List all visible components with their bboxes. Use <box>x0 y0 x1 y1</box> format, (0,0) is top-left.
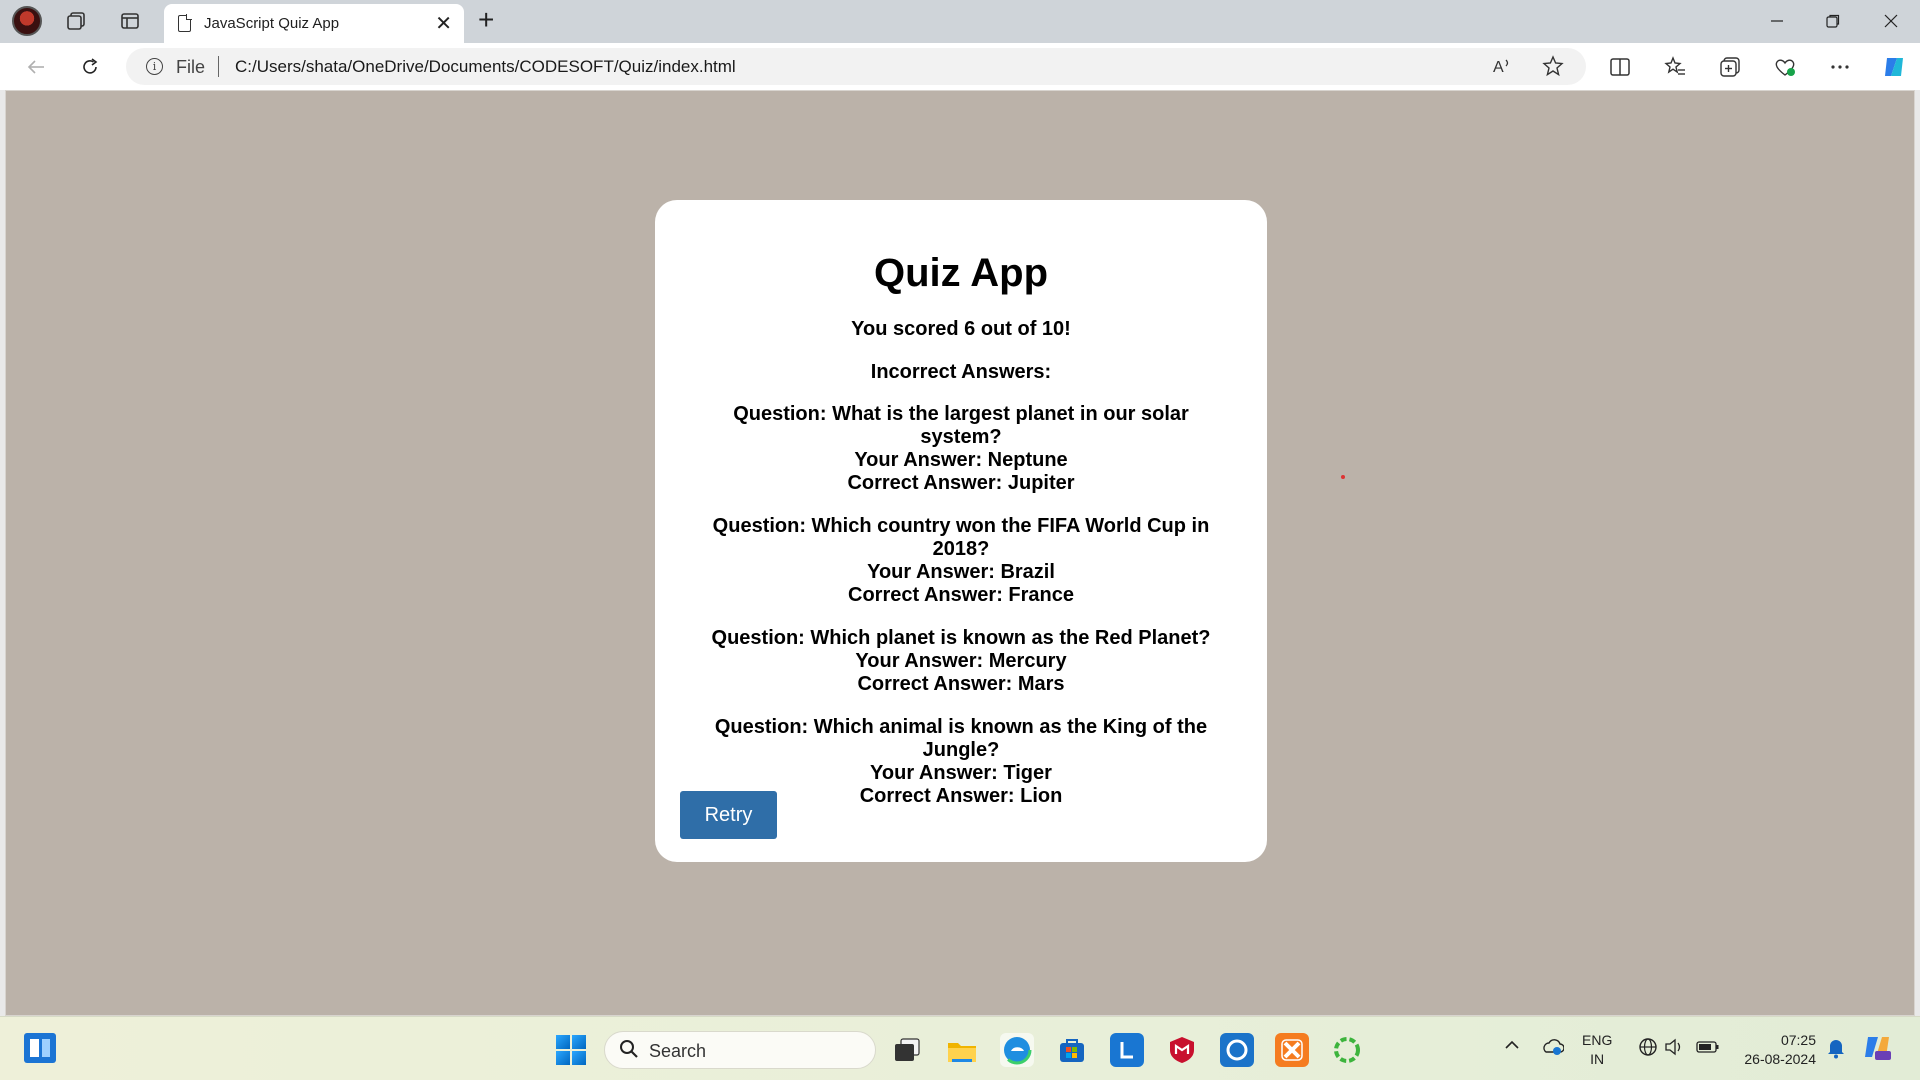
tab-actions-icon[interactable] <box>117 8 143 34</box>
browser-toolbar: i File C:/Users/shata/OneDrive/Documents… <box>0 43 1920 90</box>
address-bar[interactable]: i File C:/Users/shata/OneDrive/Documents… <box>126 48 1586 85</box>
search-icon <box>619 1038 639 1066</box>
refresh-icon[interactable] <box>76 53 104 81</box>
result-your-answer: Your Answer: Neptune <box>854 449 1068 471</box>
result-question: Question: Which planet is known as the R… <box>711 627 1211 649</box>
page-icon <box>178 14 192 32</box>
file-explorer-icon[interactable] <box>945 1033 979 1067</box>
page-viewport: Quiz App You scored 6 out of 10! Incorre… <box>5 90 1915 1016</box>
incorrect-answers-heading: Incorrect Answers: <box>870 361 1052 383</box>
result-correct-answer: Correct Answer: Jupiter <box>847 472 1075 494</box>
quiz-card: Quiz App You scored 6 out of 10! Incorre… <box>655 200 1267 862</box>
edge-icon[interactable] <box>1000 1033 1034 1067</box>
clock-date: 26-08-2024 <box>1744 1051 1816 1067</box>
notification-bell-icon[interactable] <box>1826 1037 1846 1064</box>
taskbar-search-input[interactable]: Search <box>604 1031 876 1069</box>
workspaces-icon[interactable] <box>64 8 90 34</box>
clock-time: 07:25 <box>1780 1032 1816 1048</box>
region-code: IN <box>1590 1051 1605 1067</box>
profile-avatar-icon[interactable] <box>12 6 42 36</box>
close-icon[interactable] <box>1868 6 1914 36</box>
retry-button[interactable]: Retry <box>680 791 777 839</box>
copilot-icon[interactable] <box>1880 53 1908 81</box>
address-separator <box>218 56 219 77</box>
windows-taskbar: Search ENG IN 07:25 26-08-2024 <box>0 1016 1920 1080</box>
collections-icon[interactable] <box>1716 53 1744 81</box>
browser-essentials-icon[interactable] <box>1771 53 1799 81</box>
tab-title: JavaScript Quiz App <box>204 15 340 32</box>
result-item: Question: What is the largest planet in … <box>675 403 1247 495</box>
result-item: Question: Which planet is known as the R… <box>675 627 1247 696</box>
chevron-up-icon[interactable] <box>1504 1037 1520 1058</box>
network-icon[interactable] <box>1638 1037 1658 1062</box>
microsoft-store-icon[interactable] <box>1055 1033 1089 1067</box>
start-icon[interactable] <box>556 1035 586 1065</box>
result-item: Question: Which country won the FIFA Wor… <box>675 515 1247 607</box>
cursor-dot <box>1341 475 1345 479</box>
xampp-icon[interactable] <box>1275 1033 1309 1067</box>
language-code: ENG <box>1582 1032 1613 1048</box>
result-question: Question: Which animal is known as the K… <box>714 716 1208 761</box>
l-app-icon[interactable] <box>1110 1033 1144 1067</box>
system-clock[interactable]: 07:25 26-08-2024 <box>1736 1031 1816 1069</box>
result-your-answer: Your Answer: Brazil <box>867 561 1055 583</box>
battery-icon[interactable] <box>1696 1037 1720 1062</box>
result-your-answer: Your Answer: Mercury <box>855 650 1067 672</box>
url-text[interactable]: C:/Users/shata/OneDrive/Documents/CODESO… <box>235 57 736 77</box>
ring-app-icon[interactable] <box>1330 1033 1364 1067</box>
back-arrow-icon[interactable] <box>22 53 50 81</box>
more-menu-icon[interactable] <box>1826 53 1854 81</box>
incorrect-answers-list: Question: What is the largest planet in … <box>655 403 1267 808</box>
onedrive-icon[interactable] <box>1540 1037 1565 1062</box>
alexa-icon[interactable] <box>1220 1033 1254 1067</box>
scheme-label: File <box>176 57 206 77</box>
result-question: Question: What is the largest planet in … <box>733 403 1189 448</box>
search-placeholder: Search <box>649 1041 707 1061</box>
result-correct-answer: Correct Answer: France <box>848 584 1074 606</box>
task-view-icon[interactable] <box>890 1033 924 1067</box>
split-screen-icon[interactable] <box>1606 53 1634 81</box>
favorite-star-icon[interactable] <box>1542 55 1564 83</box>
result-question: Question: Which country won the FIFA Wor… <box>712 515 1210 560</box>
widgets-icon[interactable] <box>24 1033 56 1063</box>
active-tab[interactable]: JavaScript Quiz App ✕ <box>164 4 464 43</box>
new-tab-button[interactable]: + <box>478 4 494 36</box>
quiz-title: Quiz App <box>873 251 1049 295</box>
mcafee-icon[interactable] <box>1165 1033 1199 1067</box>
input-language-indicator[interactable]: ENG IN <box>1582 1031 1612 1069</box>
copilot-pre-icon[interactable] <box>1862 1033 1892 1068</box>
restore-icon[interactable] <box>1810 6 1856 36</box>
favorites-icon[interactable] <box>1661 53 1689 81</box>
read-aloud-icon[interactable]: A <box>1492 55 1514 83</box>
info-icon[interactable]: i <box>146 58 163 75</box>
result-your-answer: Your Answer: Tiger <box>870 762 1052 784</box>
browser-title-bar: JavaScript Quiz App ✕ + <box>0 0 1920 43</box>
svg-text:A: A <box>1493 59 1504 76</box>
score-text: You scored 6 out of 10! <box>851 318 1071 340</box>
tab-close-icon[interactable]: ✕ <box>435 11 452 36</box>
result-correct-answer: Correct Answer: Mars <box>857 673 1065 695</box>
volume-icon[interactable] <box>1664 1037 1684 1062</box>
minimize-icon[interactable] <box>1754 6 1800 36</box>
